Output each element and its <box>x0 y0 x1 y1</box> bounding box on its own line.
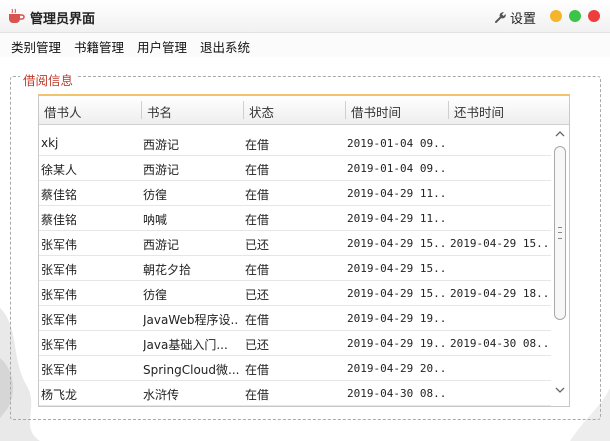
cell-borrower: 杨飞龙 <box>41 388 78 402</box>
column-header-status[interactable]: 状态 <box>249 102 274 121</box>
cell-status: 在借 <box>245 163 270 177</box>
cell-borrow-time: 2019-04-29 19... <box>347 312 445 325</box>
column-header-return-time[interactable]: 还书时间 <box>454 102 504 121</box>
cell-status: 在借 <box>245 388 270 402</box>
cell-borrower: 蔡佳铭 <box>41 188 78 202</box>
table-row[interactable]: 张军伟 JavaWeb程序设... 在借 2019-04-29 19... <box>39 306 551 331</box>
table-row[interactable]: 张军伟 SpringCloud微... 在借 2019-04-29 20... <box>39 356 551 381</box>
menu-category-management[interactable]: 类别管理 <box>11 37 61 56</box>
cell-status: 在借 <box>245 263 270 277</box>
grip-icon <box>558 227 562 239</box>
cell-borrower: 徐某人 <box>41 163 78 177</box>
cell-book: SpringCloud微... <box>143 363 239 377</box>
column-divider <box>345 101 346 119</box>
cell-borrow-time: 2019-04-29 15... <box>347 262 445 275</box>
cell-borrower: 张军伟 <box>41 313 78 327</box>
cell-status: 在借 <box>245 213 270 227</box>
cell-status: 在借 <box>245 188 270 202</box>
cell-book: 西游记 <box>143 163 180 177</box>
cell-borrow-time: 2019-04-29 20... <box>347 362 445 375</box>
table-row[interactable]: 蔡佳铭 呐喊 在借 2019-04-29 11... <box>39 206 551 231</box>
minimize-button[interactable] <box>550 10 562 22</box>
cell-book: 朝花夕拾 <box>143 263 192 277</box>
cell-borrower: 张军伟 <box>41 363 78 377</box>
cell-book: Java基础入门... <box>143 338 228 352</box>
menu-user-management[interactable]: 用户管理 <box>137 37 187 56</box>
cell-borrower: 张军伟 <box>41 338 78 352</box>
menu-bar: 类别管理 书籍管理 用户管理 退出系统 <box>0 33 610 57</box>
cell-borrower: 张军伟 <box>41 238 78 252</box>
cell-borrower: 张军伟 <box>41 288 78 302</box>
table-row[interactable]: 张军伟 彷徨 已还 2019-04-29 15... 2019-04-29 18… <box>39 281 551 306</box>
table-body: xkj 西游记 在借 2019-01-04 09... 徐某人 西游记 在借 2… <box>39 131 551 406</box>
cell-borrow-time: 2019-04-29 19... <box>347 337 445 350</box>
table-row[interactable]: 张军伟 Java基础入门... 已还 2019-04-29 19... 2019… <box>39 331 551 356</box>
cell-book: 呐喊 <box>143 213 168 227</box>
menu-book-management[interactable]: 书籍管理 <box>74 37 124 56</box>
cell-borrow-time: 2019-01-04 09... <box>347 137 445 150</box>
cell-borrow-time: 2019-04-29 11... <box>347 187 445 200</box>
scrollbar-thumb[interactable] <box>554 146 566 320</box>
cell-borrower: 张军伟 <box>41 263 78 277</box>
menu-exit-system[interactable]: 退出系统 <box>200 37 250 56</box>
maximize-button[interactable] <box>569 10 581 22</box>
cell-book: 西游记 <box>143 138 180 152</box>
table-row[interactable]: 蔡佳铭 彷徨 在借 2019-04-29 11... <box>39 181 551 206</box>
cell-status: 已还 <box>245 238 270 252</box>
cell-borrow-time: 2019-04-29 11... <box>347 212 445 225</box>
window-title: 管理员界面 <box>30 12 96 27</box>
cell-status: 已还 <box>245 338 270 352</box>
chevron-down-icon[interactable] <box>554 384 566 396</box>
cell-borrow-time: 2019-04-29 15... <box>347 287 445 300</box>
cell-status: 在借 <box>245 313 270 327</box>
table-row[interactable]: 徐某人 西游记 在借 2019-01-04 09... <box>39 156 551 181</box>
column-divider <box>141 101 142 119</box>
column-divider <box>243 101 244 119</box>
cell-book: 水浒传 <box>143 388 180 402</box>
column-header-borrower[interactable]: 借书人 <box>44 102 82 121</box>
settings-button[interactable]: 设置 <box>494 8 536 27</box>
wrench-icon <box>494 12 506 24</box>
cell-status: 在借 <box>245 363 270 377</box>
chevron-up-icon[interactable] <box>554 128 566 140</box>
cell-book: 西游记 <box>143 238 180 252</box>
column-header-book[interactable]: 书名 <box>147 102 172 121</box>
table-row[interactable]: xkj 西游记 在借 2019-01-04 09... <box>39 131 551 156</box>
borrow-table[interactable]: 借书人 书名 状态 借书时间 还书时间 xkj 西游记 在借 2019-01-0… <box>38 94 570 407</box>
cell-book: 彷徨 <box>143 288 168 302</box>
group-title: 借阅信息 <box>20 70 77 89</box>
table-row[interactable]: 杨飞龙 水浒传 在借 2019-04-30 08... <box>39 381 551 406</box>
cell-borrow-time: 2019-01-04 09... <box>347 162 445 175</box>
table-row[interactable]: 张军伟 朝花夕拾 在借 2019-04-29 15... <box>39 256 551 281</box>
header-corner <box>551 96 569 125</box>
column-divider <box>448 101 449 119</box>
title-bar: 管理员界面 设置 <box>0 0 610 33</box>
cell-return-time: 2019-04-29 18... <box>450 287 550 300</box>
table-row[interactable]: 张军伟 西游记 已还 2019-04-29 15... 2019-04-29 1… <box>39 231 551 256</box>
cell-book: JavaWeb程序设... <box>143 313 239 327</box>
cell-return-time: 2019-04-29 15... <box>450 237 550 250</box>
main-content: 借阅信息 借书人 书名 状态 借书时间 还书时间 xkj 西游记 在借 2019… <box>0 58 610 441</box>
column-header-borrow-time[interactable]: 借书时间 <box>351 102 401 121</box>
cell-status: 已还 <box>245 288 270 302</box>
cell-borrower: xkj <box>41 136 59 150</box>
cell-status: 在借 <box>245 138 270 152</box>
coffee-cup-icon <box>9 8 25 23</box>
settings-label: 设置 <box>510 12 537 27</box>
close-button[interactable] <box>588 10 600 22</box>
vertical-scrollbar[interactable] <box>551 126 569 406</box>
table-header: 借书人 书名 状态 借书时间 还书时间 <box>39 96 551 125</box>
cell-borrow-time: 2019-04-30 08... <box>347 387 445 400</box>
cell-borrow-time: 2019-04-29 15... <box>347 237 445 250</box>
cell-return-time: 2019-04-30 08... <box>450 337 550 350</box>
cell-borrower: 蔡佳铭 <box>41 213 78 227</box>
cell-book: 彷徨 <box>143 188 168 202</box>
